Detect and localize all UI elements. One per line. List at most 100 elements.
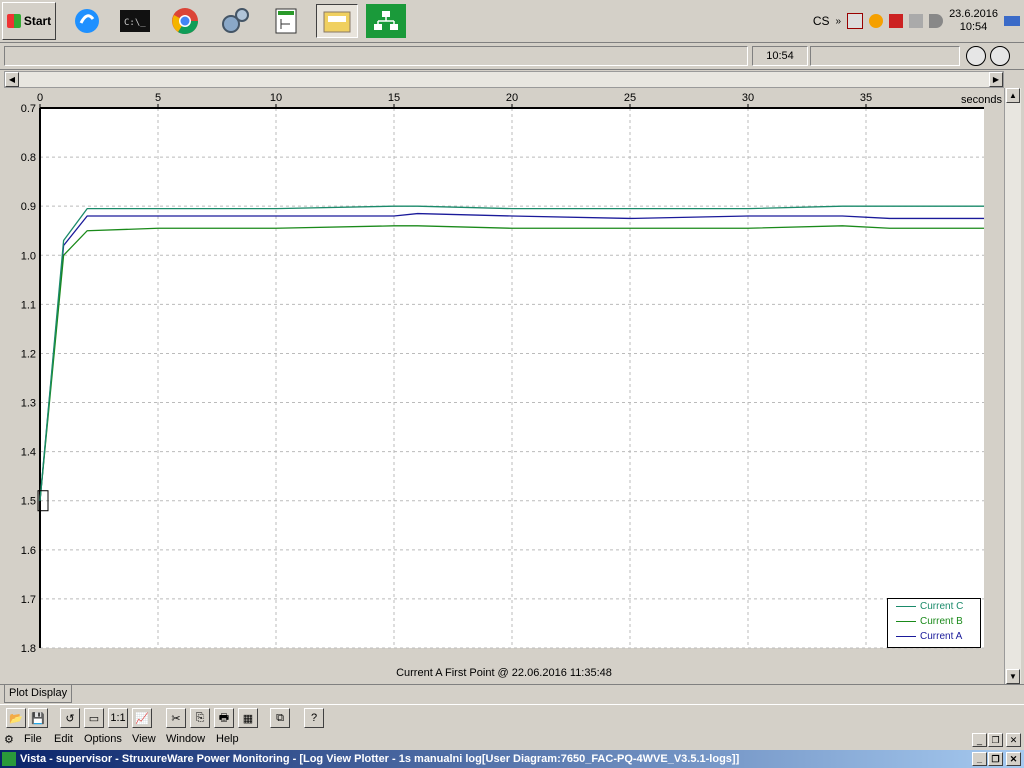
language-indicator[interactable]: CS [813, 14, 830, 28]
one-to-one-icon[interactable]: 1:1 [108, 708, 128, 728]
y-tick-label: 0.9 [21, 201, 36, 213]
minimize-icon[interactable]: _ [972, 752, 987, 766]
start-button[interactable]: Start [2, 2, 56, 40]
y-tick-label: 1.0 [21, 250, 36, 262]
status-extra-panel [810, 46, 960, 66]
tab-row: Plot Display [0, 684, 1024, 703]
scroll-up-icon[interactable]: ▲ [1006, 88, 1020, 103]
legend-swatch [896, 606, 916, 607]
menu-view[interactable]: View [132, 733, 156, 745]
tray-update-icon[interactable] [869, 14, 884, 28]
tray-printer-icon[interactable] [909, 14, 924, 28]
start-label: Start [23, 14, 52, 28]
app-logo-icon [2, 752, 16, 766]
network-app-icon[interactable] [366, 4, 406, 38]
save-icon[interactable]: 💾 [28, 708, 48, 728]
status-bar: 10:54 [0, 43, 1024, 70]
y-tick-label: 0.8 [21, 152, 36, 164]
chrome-app-icon[interactable] [168, 4, 202, 38]
cut-icon[interactable]: ✂ [166, 708, 186, 728]
tray-pdf-icon[interactable] [889, 14, 904, 28]
menu-file[interactable]: File [24, 733, 42, 745]
child-minimize-icon[interactable]: _ [972, 733, 987, 747]
windows-flag-icon [6, 14, 21, 28]
taskbar: Start C:\_ CS » 23.6.2016 10:54 [0, 0, 1024, 43]
folder-app-icon[interactable] [316, 4, 358, 38]
chart-svg: 0 5 10 15 20 25 30 35 0.7 0.8 0.9 1.0 1.1 1.2 1.3 1.4 1.… [21, 92, 984, 655]
y-tick-label: 1.8 [21, 643, 36, 655]
help-icon[interactable]: ? [304, 708, 324, 728]
show-desktop-icon[interactable] [1004, 16, 1020, 26]
y-tick-label: 1.1 [21, 299, 36, 311]
x-tick-label: 5 [155, 92, 161, 104]
copy-icon[interactable]: ⎘ [190, 708, 210, 728]
scroll-down-icon[interactable]: ▼ [1006, 669, 1020, 684]
x-tick-label: 25 [624, 92, 636, 104]
settings-app-icon[interactable] [218, 4, 252, 38]
menu-bar: ⚙ File Edit Options View Window Help _ ❐… [0, 731, 1024, 750]
x-tick-label: 15 [388, 92, 400, 104]
legend: Current C Current B Current A [887, 598, 981, 648]
clock[interactable]: 23.6.2016 10:54 [949, 8, 998, 34]
x-tick-label: 35 [860, 92, 872, 104]
menu-help[interactable]: Help [216, 733, 239, 745]
print-icon[interactable]: 🖶 [214, 708, 234, 728]
tray-expand-icon[interactable]: » [836, 16, 842, 27]
plot-display: 0 5 10 15 20 25 30 35 0.7 0.8 0.9 1.0 1.1 1.2 1.3 1.4 1.… [4, 88, 1004, 684]
scroll-right-icon[interactable]: ▶ [989, 72, 1003, 87]
window-icon[interactable]: ⧉ [270, 708, 290, 728]
x-tick-label: 10 [270, 92, 282, 104]
y-tick-label: 1.4 [21, 447, 36, 459]
console-app-icon[interactable]: C:\_ [118, 4, 152, 38]
status-message-panel [4, 46, 748, 66]
legend-label: Current A [920, 631, 963, 642]
child-restore-icon[interactable]: ❐ [988, 733, 1003, 747]
y-tick-label: 1.7 [21, 594, 36, 606]
menu-window[interactable]: Window [166, 733, 205, 745]
chart-editor-app-icon[interactable] [270, 4, 304, 38]
status-indicator-1[interactable] [966, 46, 986, 66]
scroll-left-icon[interactable]: ◀ [5, 72, 19, 87]
legend-item: Current C [888, 599, 980, 614]
legend-swatch [896, 636, 916, 637]
app-menu-icon[interactable]: ⚙ [4, 733, 14, 746]
tab-plot-display[interactable]: Plot Display [4, 685, 73, 703]
zoom-box-icon[interactable]: ▭ [84, 708, 104, 728]
y-tick-label: 0.7 [21, 103, 36, 115]
browser-app-icon[interactable] [70, 4, 104, 38]
x-unit-label: seconds [961, 94, 1002, 106]
vertical-scrollbar[interactable]: ▲ ▼ [1004, 88, 1021, 684]
horizontal-scrollbar[interactable]: ◀ ▶ [4, 71, 1004, 88]
y-tick-label: 1.3 [21, 398, 36, 410]
status-time: 10:54 [766, 50, 794, 62]
y-tick-label: 1.5 [21, 496, 36, 508]
open-icon[interactable]: 📂 [6, 708, 26, 728]
y-tick-label: 1.6 [21, 545, 36, 557]
svg-text:C:\_: C:\_ [124, 18, 146, 28]
window-title: Vista - supervisor - StruxureWare Power … [20, 753, 740, 765]
toolbar: 📂 💾 ↺ ▭ 1:1 📈 ✂ ⎘ 🖶 ▦ ⧉ ? [0, 704, 1024, 732]
x-tick-label: 20 [506, 92, 518, 104]
grid-icon[interactable]: ▦ [238, 708, 258, 728]
child-close-icon[interactable]: ✕ [1006, 733, 1021, 747]
legend-label: Current C [920, 601, 964, 612]
legend-label: Current B [920, 616, 963, 627]
system-tray: CS » 23.6.2016 10:54 [766, 2, 1024, 40]
legend-item: Current A [888, 629, 980, 644]
x-tick-label: 0 [37, 92, 43, 104]
y-tick-label: 1.2 [21, 348, 36, 360]
legend-swatch [896, 621, 916, 622]
status-time-panel: 10:54 [752, 46, 808, 66]
tray-disk-icon[interactable] [847, 13, 864, 29]
legend-item: Current B [888, 614, 980, 629]
undo-zoom-icon[interactable]: ↺ [60, 708, 80, 728]
plot-footer: Current A First Point @ 22.06.2016 11:35… [396, 667, 612, 679]
chart-view-icon[interactable]: 📈 [132, 708, 152, 728]
menu-edit[interactable]: Edit [54, 733, 73, 745]
clock-date: 23.6.2016 [949, 8, 998, 20]
menu-options[interactable]: Options [84, 733, 122, 745]
status-indicator-2[interactable] [990, 46, 1010, 66]
tray-volume-icon[interactable] [929, 14, 944, 28]
close-icon[interactable]: ✕ [1006, 752, 1021, 766]
restore-icon[interactable]: ❐ [988, 752, 1003, 766]
